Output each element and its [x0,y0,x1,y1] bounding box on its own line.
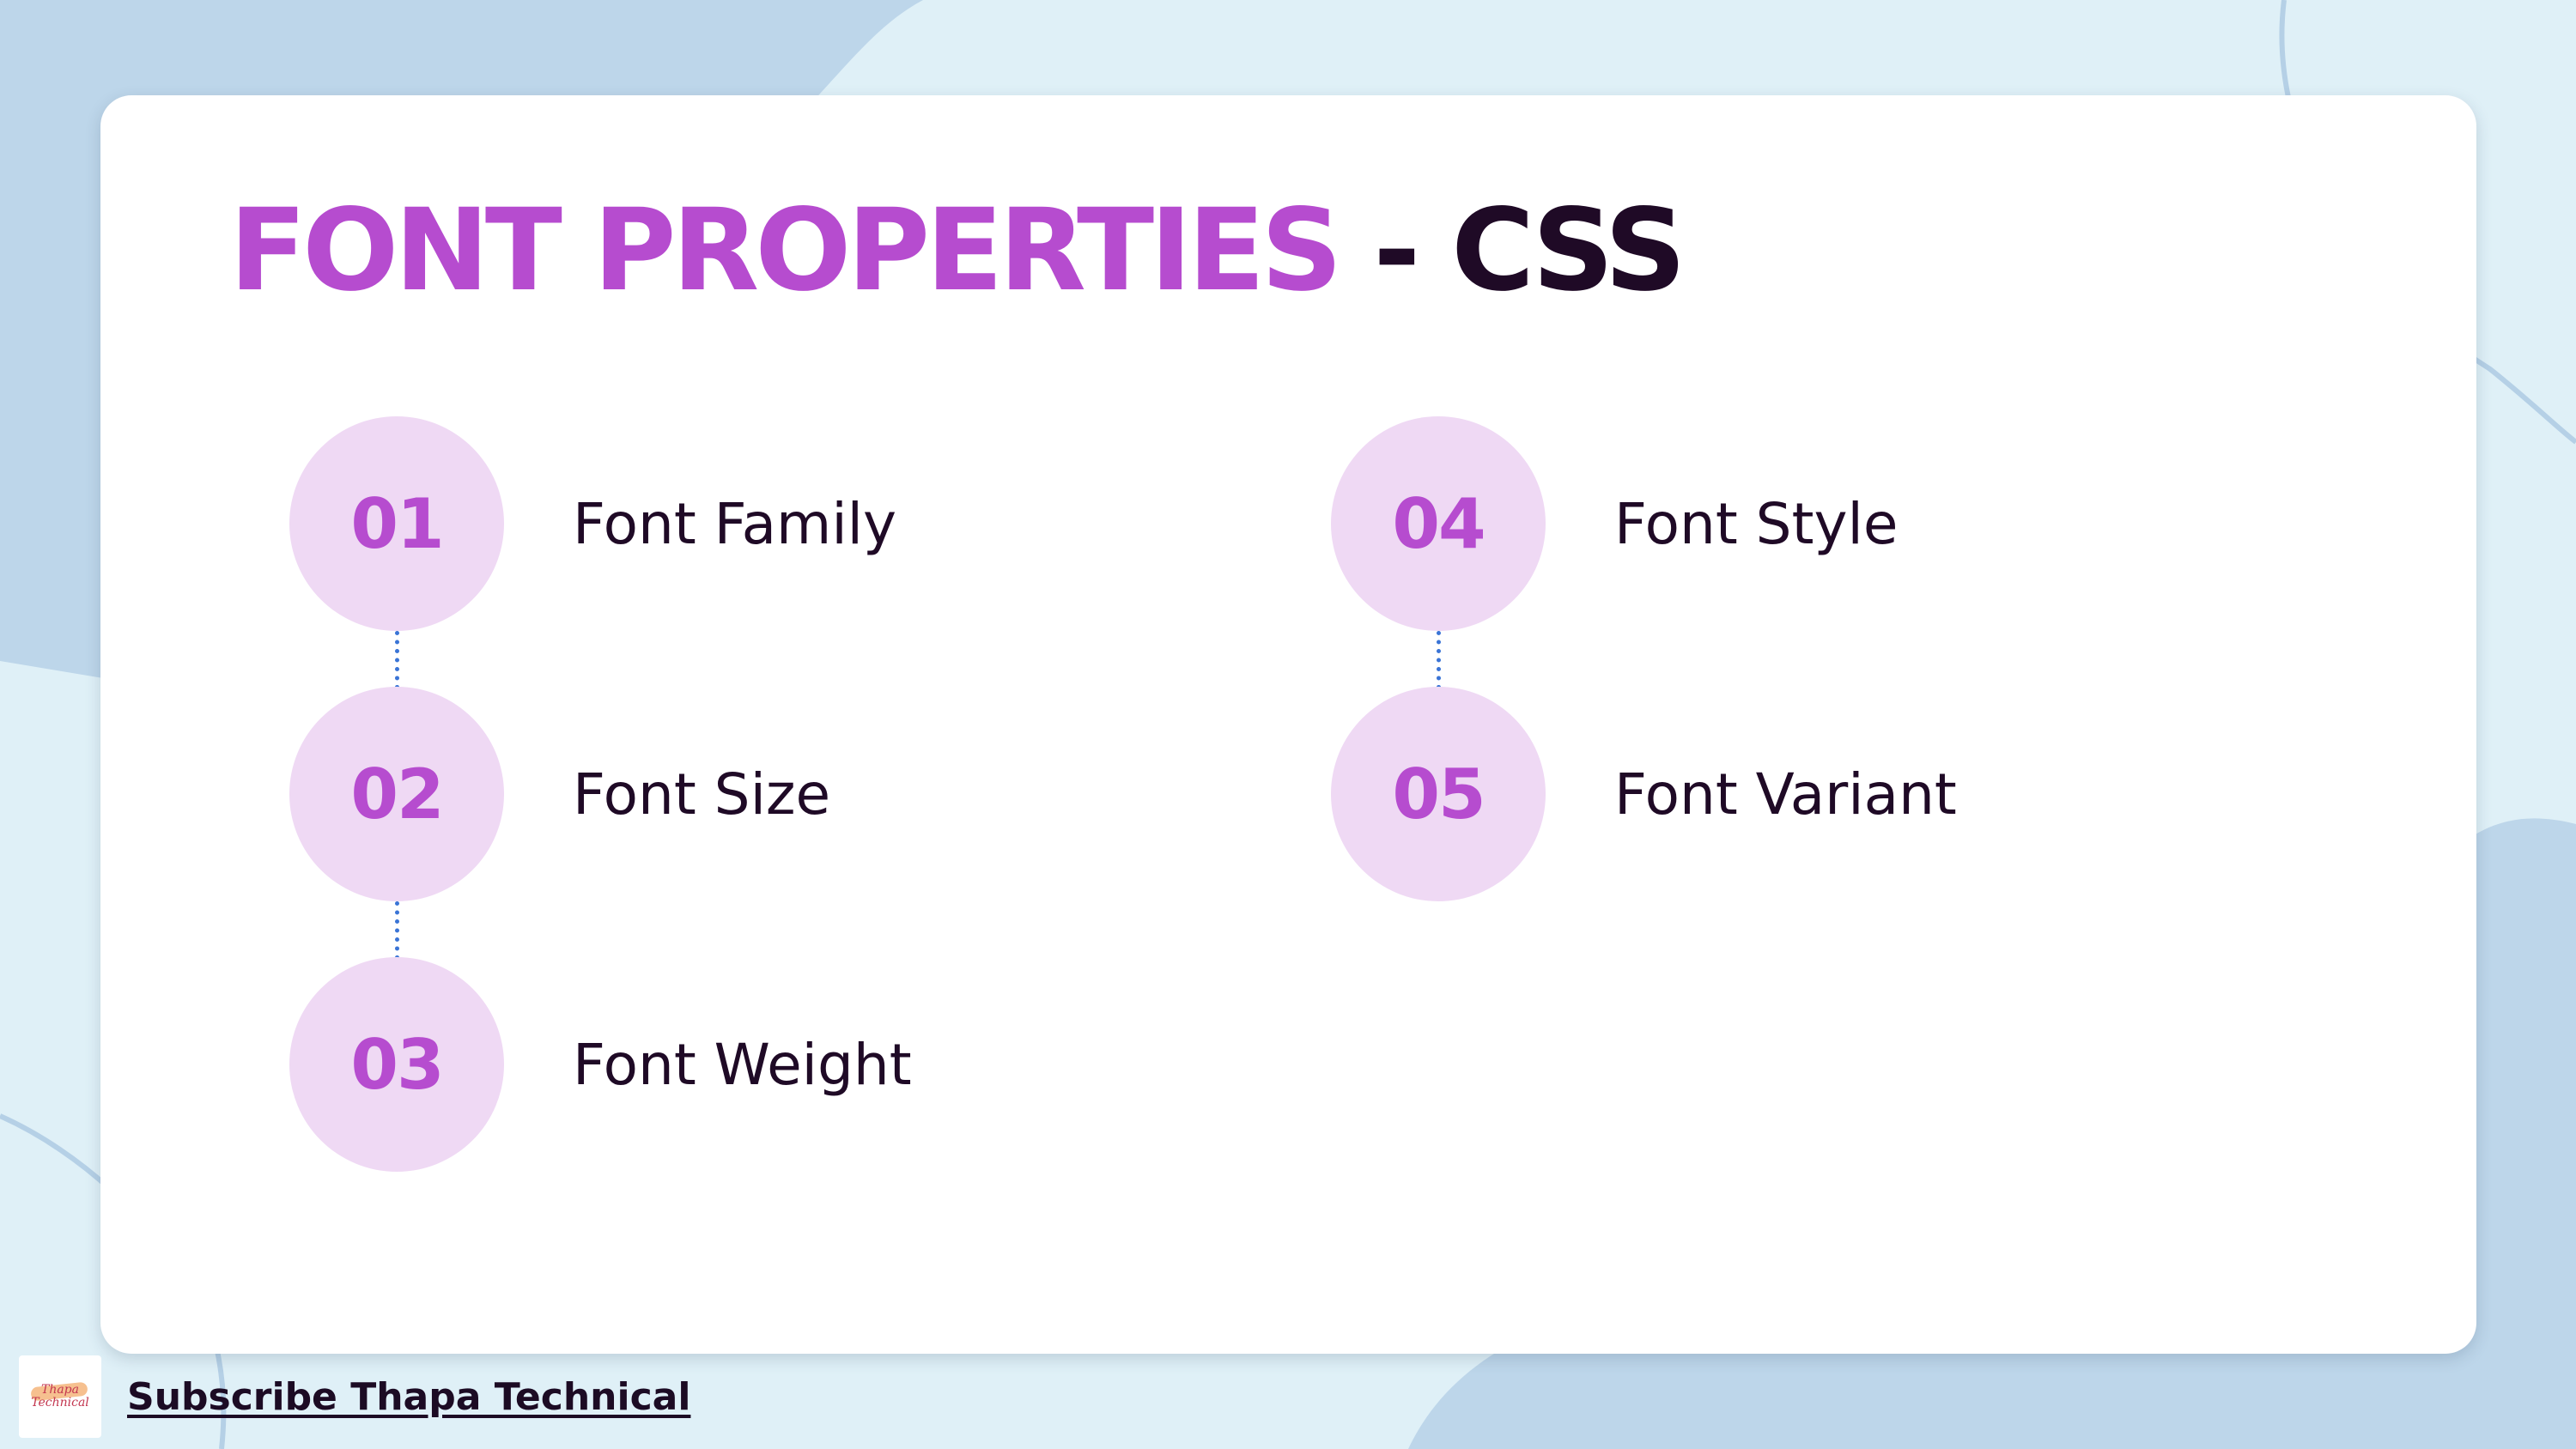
channel-logo: Thapa Technical [19,1355,101,1438]
logo-text-line2: Technical [31,1396,89,1410]
number-circle: 05 [1331,687,1546,901]
item-label: Font Weight [573,1031,912,1098]
number-circle: 01 [289,416,504,631]
title-highlight: FONT PROPERTIES [229,185,1342,317]
list-item-font-weight: 03 Font Weight [289,957,1320,1172]
list-item-font-style: 04 Font Style [1331,416,2361,631]
item-number: 04 [1392,483,1485,564]
subscribe-link[interactable]: Subscribe Thapa Technical [127,1375,690,1419]
number-circle: 04 [1331,416,1546,631]
list-item-font-size: 02 Font Size [289,687,1320,901]
title-suffix: - CSS [1338,185,1686,317]
item-label: Font Style [1614,490,1899,557]
slide-card: FONT PROPERTIES - CSS 01 Font Family 02 … [100,95,2476,1354]
item-number: 02 [350,754,444,834]
number-circle: 02 [289,687,504,901]
number-circle: 03 [289,957,504,1172]
slide-title: FONT PROPERTIES - CSS [229,194,1686,307]
item-number: 01 [350,483,444,564]
connector-dots [1437,631,1446,689]
item-number: 03 [350,1024,444,1105]
list-item-font-variant: 05 Font Variant [1331,687,2361,901]
list-item-font-family: 01 Font Family [289,416,1320,631]
item-label: Font Variant [1614,761,1957,828]
connector-dots [395,631,404,689]
item-number: 05 [1392,754,1485,834]
item-label: Font Family [573,490,897,557]
item-label: Font Size [573,761,831,828]
connector-dots [395,901,404,960]
logo-text-line1: Thapa [40,1383,79,1397]
footer: Thapa Technical Subscribe Thapa Technica… [19,1354,690,1440]
